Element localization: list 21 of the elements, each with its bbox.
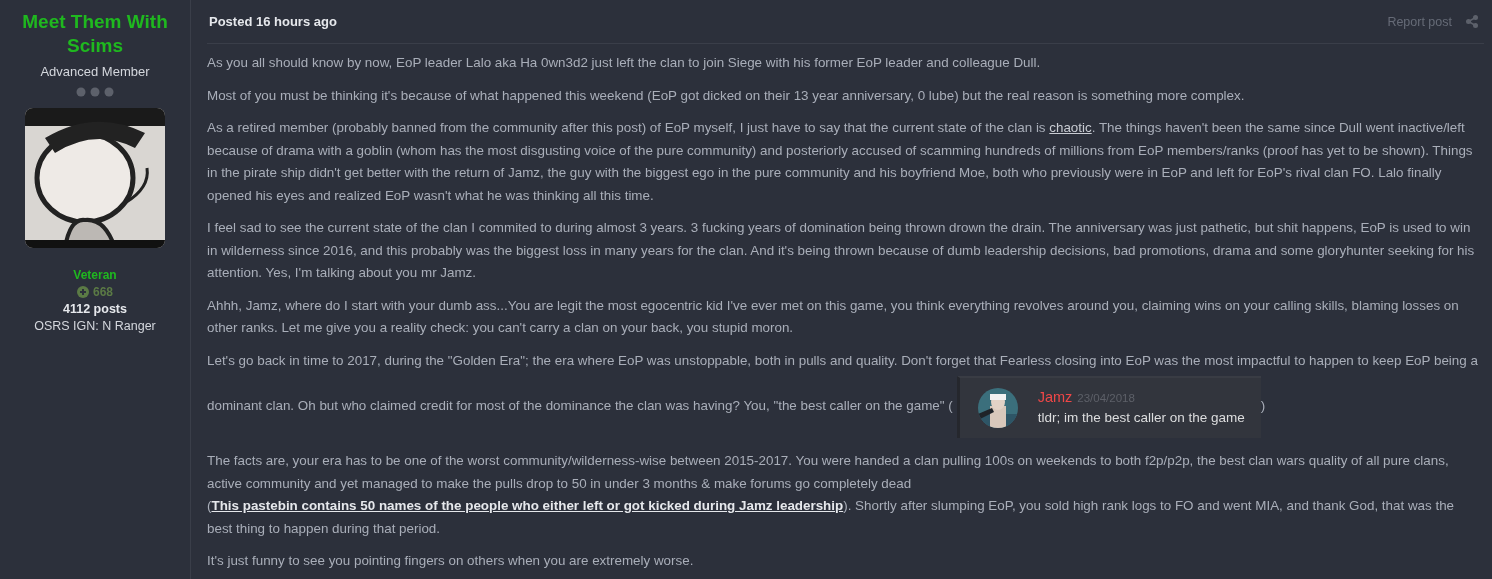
post-paragraph: As a retired member (probably banned from the community after this post) of EoP myself, I just have to say that the current state of the clan is chaotic. The things haven't been the same since Dull went inactive/left because of drama with a goblin (whom has the most disgusting voice of the pure community) and posteriorly accused of scamming hundreds of millions from EoP members/ranks (proof has yet to be shown). Things in the pirate ship didn't get better with the return of Jamz, the guy with the biggest ego in the pure community and his boyfriend Moe, both who previously were in EoP and left for EoP's rival clan FO. Lalo finally opened his eyes and realized EoP wasn't what he was thinking all this time. [207, 119, 1474, 205]
member-title: Advanced Member [40, 64, 150, 79]
author-name[interactable]: Meet Them With Scims [10, 10, 180, 58]
post-count: 4112 posts [63, 302, 127, 316]
post-paragraph: Most of you must be thinking it's because of what happened this weekend (EoP got dicked on their 13 year anniversary, 0 lube) but the real reason is something more complex. [207, 86, 1246, 105]
reputation-count: 668 [93, 285, 113, 299]
post-paragraph: Ahhh, Jamz, where do I start with your dumb ass...You are legit the most egocentric kid I've ever met on this game, you think everything revolves around you, claiming wins on your calling skills, blaming losses on other ranks. Let me give you a reality check: you can't carry a clan on your back, you stupid moron. [207, 296, 1460, 337]
member-group: Veteran [73, 268, 117, 282]
custom-field: OSRS IGN: N Ranger [34, 319, 156, 333]
share-icon[interactable] [1466, 15, 1478, 28]
plus-icon [77, 286, 89, 298]
post-paragraph: It's just funny to see you pointing fingers on others when you are extremely worse. [207, 552, 695, 570]
embed-author: Jamz [1037, 389, 1073, 405]
embed-message: tldr; im the best caller on the game [1037, 409, 1245, 427]
rank-pips-icon [76, 87, 114, 97]
text-link[interactable]: chaotic [1049, 120, 1092, 135]
post-paragraph: I feel sad to see the current state of the clan I commited to during almost 3 years. 3 fucking years of domination being thrown drown the drain. The anniversary was just pathetic, but shit happens, EoP is used to win in wilderness since 2016, and this probably was the biggest loss in many years for the clan. And it's being thrown because of dumb leadership decisions, bad promotions, drama and some gloryhunter seeking for his attention. Yes, I'm talking about you mr Jamz. [207, 219, 1476, 282]
text-link[interactable]: This pastebin contains 50 names of the people who either left or got kicked during Jamz leadership [211, 498, 844, 513]
post-paragraph: As you all should know by now, EoP leader Lalo aka Ha 0wn3d2 just left the clan to join Siege with his former EoP leader and colleague Dull. [207, 54, 1042, 72]
post-paragraph: The facts are, your era has to be one of the worst community/wilderness-wise between 2015-2017. You were handed a clan pulling 100s on weekends to both f2p/p2p, the best clan wars quality of all pure clans, active community and yet managed to make the pulls drop to 50 in under 3 months & make forums go completely dead (This pastebin contains 50 names of the people who either left or got kicked during Jamz leadership). Shortly after slumping EoP, you sold high rank logs to FO and went MIA, and thank God, that was the best thing to happen during that period. [207, 452, 1456, 538]
post-date: Posted 16 hours ago [209, 14, 337, 29]
